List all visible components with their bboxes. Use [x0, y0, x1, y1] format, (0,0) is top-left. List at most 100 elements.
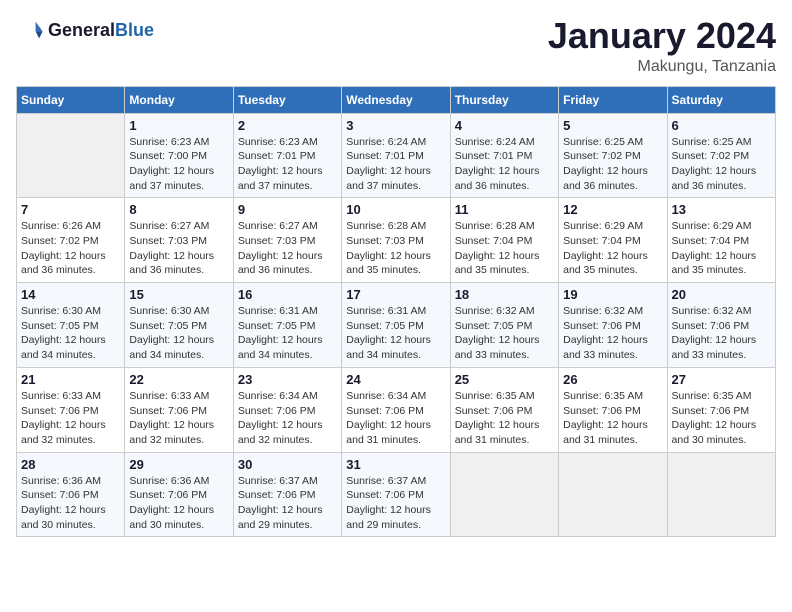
header-row: SundayMondayTuesdayWednesdayThursdayFrid…	[17, 86, 776, 113]
calendar-cell: 4 Sunrise: 6:24 AMSunset: 7:01 PMDaylight…	[450, 113, 558, 198]
day-number: 11	[455, 202, 554, 217]
day-number: 16	[238, 287, 337, 302]
day-info: Sunrise: 6:34 AMSunset: 7:06 PMDaylight:…	[238, 389, 337, 448]
day-info: Sunrise: 6:23 AMSunset: 7:00 PMDaylight:…	[129, 135, 228, 194]
calendar-cell: 16 Sunrise: 6:31 AMSunset: 7:05 PMDayligh…	[233, 283, 341, 368]
day-info: Sunrise: 6:35 AMSunset: 7:06 PMDaylight:…	[455, 389, 554, 448]
day-info: Sunrise: 6:27 AMSunset: 7:03 PMDaylight:…	[129, 219, 228, 278]
day-number: 6	[672, 118, 771, 133]
day-number: 3	[346, 118, 445, 133]
calendar-cell: 23 Sunrise: 6:34 AMSunset: 7:06 PMDayligh…	[233, 367, 341, 452]
day-number: 17	[346, 287, 445, 302]
day-number: 29	[129, 457, 228, 472]
calendar-cell: 14Sunrise: 6:30 AMSunset: 7:05 PMDayligh…	[17, 283, 125, 368]
calendar-cell: 29 Sunrise: 6:36 AMSunset: 7:06 PMDayligh…	[125, 452, 233, 537]
calendar-cell	[667, 452, 775, 537]
calendar-cell	[559, 452, 667, 537]
day-number: 23	[238, 372, 337, 387]
week-row-1: 1 Sunrise: 6:23 AMSunset: 7:00 PMDaylight…	[17, 113, 776, 198]
day-info: Sunrise: 6:35 AMSunset: 7:06 PMDaylight:…	[672, 389, 771, 448]
calendar-cell: 24 Sunrise: 6:34 AMSunset: 7:06 PMDayligh…	[342, 367, 450, 452]
day-number: 21	[21, 372, 120, 387]
day-info: Sunrise: 6:25 AMSunset: 7:02 PMDaylight:…	[563, 135, 662, 194]
day-number: 31	[346, 457, 445, 472]
calendar-cell: 27 Sunrise: 6:35 AMSunset: 7:06 PMDayligh…	[667, 367, 775, 452]
calendar-cell: 11 Sunrise: 6:28 AMSunset: 7:04 PMDayligh…	[450, 198, 558, 283]
day-info: Sunrise: 6:24 AMSunset: 7:01 PMDaylight:…	[346, 135, 445, 194]
main-title: January 2024	[548, 16, 776, 56]
day-number: 24	[346, 372, 445, 387]
day-header-sunday: Sunday	[17, 86, 125, 113]
header: General Blue January 2024 Makungu, Tanza…	[16, 16, 776, 76]
calendar-cell: 31 Sunrise: 6:37 AMSunset: 7:06 PMDayligh…	[342, 452, 450, 537]
day-number: 7	[21, 202, 120, 217]
day-info: Sunrise: 6:33 AMSunset: 7:06 PMDaylight:…	[129, 389, 228, 448]
calendar-cell: 26Sunrise: 6:35 AMSunset: 7:06 PMDayligh…	[559, 367, 667, 452]
logo: General Blue	[16, 16, 154, 44]
day-number: 4	[455, 118, 554, 133]
day-number: 13	[672, 202, 771, 217]
logo-icon	[16, 16, 44, 44]
day-number: 15	[129, 287, 228, 302]
calendar-cell	[450, 452, 558, 537]
calendar-cell: 21 Sunrise: 6:33 AMSunset: 7:06 PMDayligh…	[17, 367, 125, 452]
calendar-cell: 8 Sunrise: 6:27 AMSunset: 7:03 PMDaylight…	[125, 198, 233, 283]
day-number: 28	[21, 457, 120, 472]
day-info: Sunrise: 6:32 AMSunset: 7:05 PMDaylight:…	[455, 304, 554, 363]
calendar-cell	[17, 113, 125, 198]
day-info: Sunrise: 6:24 AMSunset: 7:01 PMDaylight:…	[455, 135, 554, 194]
day-info: Sunrise: 6:29 AMSunset: 7:04 PMDaylight:…	[563, 219, 662, 278]
calendar-cell: 1 Sunrise: 6:23 AMSunset: 7:00 PMDaylight…	[125, 113, 233, 198]
day-info: Sunrise: 6:25 AMSunset: 7:02 PMDaylight:…	[672, 135, 771, 194]
day-info: Sunrise: 6:27 AMSunset: 7:03 PMDaylight:…	[238, 219, 337, 278]
day-number: 12	[563, 202, 662, 217]
day-number: 19	[563, 287, 662, 302]
day-header-monday: Monday	[125, 86, 233, 113]
logo-blue: Blue	[115, 20, 154, 41]
calendar-cell: 3 Sunrise: 6:24 AMSunset: 7:01 PMDaylight…	[342, 113, 450, 198]
day-number: 30	[238, 457, 337, 472]
week-row-2: 7 Sunrise: 6:26 AMSunset: 7:02 PMDaylight…	[17, 198, 776, 283]
day-number: 18	[455, 287, 554, 302]
calendar-cell: 15 Sunrise: 6:30 AMSunset: 7:05 PMDayligh…	[125, 283, 233, 368]
subtitle: Makungu, Tanzania	[548, 58, 776, 76]
day-header-thursday: Thursday	[450, 86, 558, 113]
day-info: Sunrise: 6:36 AMSunset: 7:06 PMDaylight:…	[129, 474, 228, 533]
day-info: Sunrise: 6:30 AMSunset: 7:05 PMDaylight:…	[129, 304, 228, 363]
calendar-cell: 5 Sunrise: 6:25 AMSunset: 7:02 PMDaylight…	[559, 113, 667, 198]
calendar-cell: 28 Sunrise: 6:36 AMSunset: 7:06 PMDayligh…	[17, 452, 125, 537]
day-info: Sunrise: 6:28 AMSunset: 7:04 PMDaylight:…	[455, 219, 554, 278]
calendar-cell: 9Sunrise: 6:27 AMSunset: 7:03 PMDaylight…	[233, 198, 341, 283]
calendar-table: SundayMondayTuesdayWednesdayThursdayFrid…	[16, 86, 776, 538]
day-info: Sunrise: 6:31 AMSunset: 7:05 PMDaylight:…	[346, 304, 445, 363]
calendar-cell: 30 Sunrise: 6:37 AMSunset: 7:06 PMDayligh…	[233, 452, 341, 537]
day-number: 20	[672, 287, 771, 302]
day-info: Sunrise: 6:29 AMSunset: 7:04 PMDaylight:…	[672, 219, 771, 278]
day-header-wednesday: Wednesday	[342, 86, 450, 113]
week-row-5: 28 Sunrise: 6:36 AMSunset: 7:06 PMDayligh…	[17, 452, 776, 537]
calendar-cell: 2Sunrise: 6:23 AMSunset: 7:01 PMDaylight…	[233, 113, 341, 198]
calendar-cell: 13 Sunrise: 6:29 AMSunset: 7:04 PMDayligh…	[667, 198, 775, 283]
calendar-cell: 17 Sunrise: 6:31 AMSunset: 7:05 PMDayligh…	[342, 283, 450, 368]
day-info: Sunrise: 6:37 AMSunset: 7:06 PMDaylight:…	[238, 474, 337, 533]
day-info: Sunrise: 6:33 AMSunset: 7:06 PMDaylight:…	[21, 389, 120, 448]
day-info: Sunrise: 6:31 AMSunset: 7:05 PMDaylight:…	[238, 304, 337, 363]
day-header-saturday: Saturday	[667, 86, 775, 113]
day-number: 5	[563, 118, 662, 133]
logo-general: General	[48, 20, 115, 41]
day-number: 2	[238, 118, 337, 133]
day-info: Sunrise: 6:37 AMSunset: 7:06 PMDaylight:…	[346, 474, 445, 533]
day-number: 10	[346, 202, 445, 217]
day-header-tuesday: Tuesday	[233, 86, 341, 113]
day-info: Sunrise: 6:26 AMSunset: 7:02 PMDaylight:…	[21, 219, 120, 278]
calendar-cell: 20Sunrise: 6:32 AMSunset: 7:06 PMDayligh…	[667, 283, 775, 368]
day-number: 8	[129, 202, 228, 217]
day-number: 27	[672, 372, 771, 387]
day-number: 1	[129, 118, 228, 133]
day-info: Sunrise: 6:32 AMSunset: 7:06 PMDaylight:…	[563, 304, 662, 363]
day-info: Sunrise: 6:36 AMSunset: 7:06 PMDaylight:…	[21, 474, 120, 533]
calendar-cell: 25 Sunrise: 6:35 AMSunset: 7:06 PMDayligh…	[450, 367, 558, 452]
calendar-cell: 10Sunrise: 6:28 AMSunset: 7:03 PMDayligh…	[342, 198, 450, 283]
day-info: Sunrise: 6:34 AMSunset: 7:06 PMDaylight:…	[346, 389, 445, 448]
day-number: 25	[455, 372, 554, 387]
